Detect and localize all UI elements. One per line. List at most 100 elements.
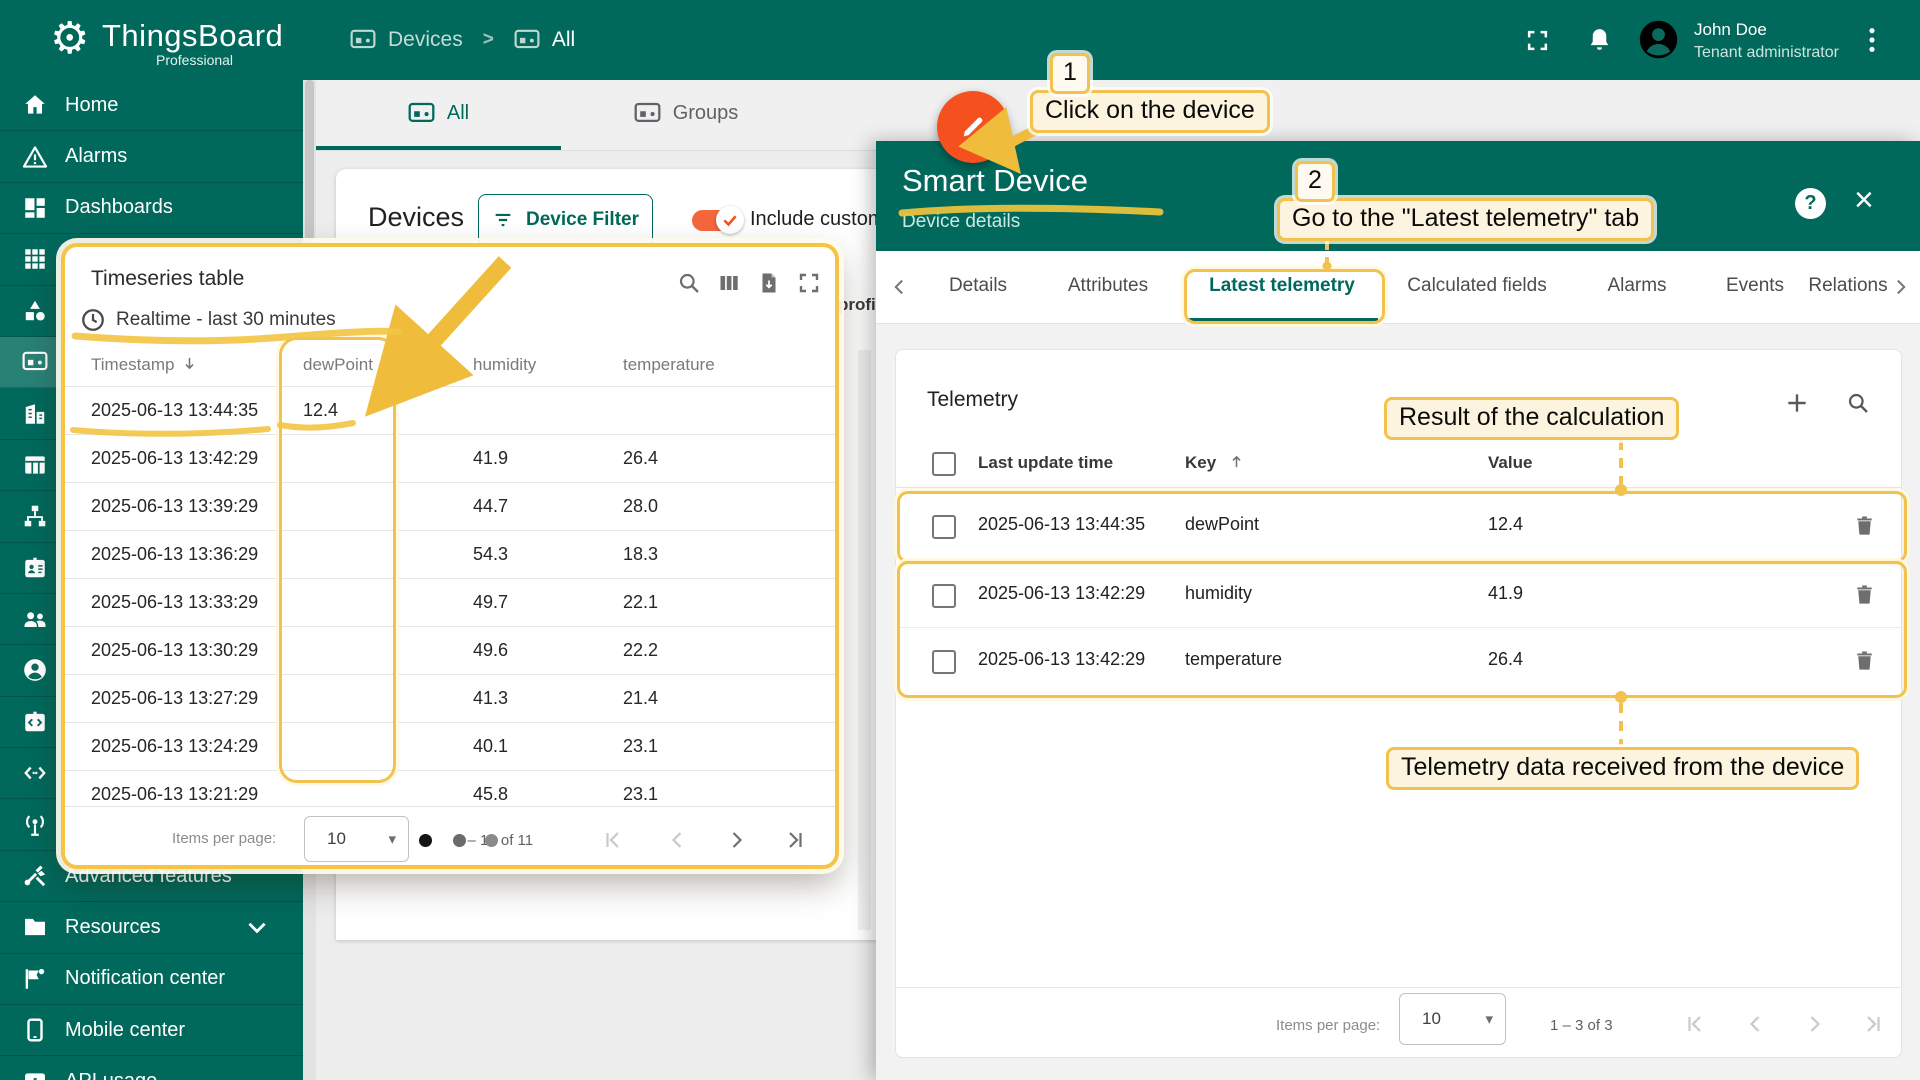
- edit-device-fab[interactable]: [937, 91, 1009, 163]
- tabs-scroll-left-icon[interactable]: [888, 276, 910, 298]
- search-icon[interactable]: [1846, 391, 1870, 415]
- sidebar-item-dashboards[interactable]: Dashboards: [0, 183, 316, 234]
- previous-page-icon[interactable]: [1743, 1012, 1767, 1036]
- previous-page-icon[interactable]: [665, 828, 689, 852]
- annotation-telemetry-note-text: Telemetry data received from the device: [1386, 747, 1859, 790]
- tab-all[interactable]: All: [316, 80, 561, 147]
- sidebar-item-home[interactable]: Home: [0, 80, 316, 131]
- tab-calculated-fields[interactable]: Calculated fields: [1407, 275, 1546, 297]
- sidebar-item-mobile-center[interactable]: Mobile center: [0, 1005, 316, 1056]
- sidebar-item-notification-center[interactable]: Notification center: [0, 954, 316, 1005]
- annotation-result-text: Result of the calculation: [1384, 397, 1679, 440]
- devices-table-scrollbar[interactable]: [858, 350, 871, 930]
- sidebar-item-api-usage[interactable]: API usage: [0, 1056, 316, 1080]
- timeseries-row[interactable]: 2025-06-13 13:44:3512.4: [65, 386, 835, 434]
- first-page-icon[interactable]: [1683, 1012, 1707, 1036]
- sidebar-item-alarms[interactable]: Alarms: [0, 131, 316, 182]
- drawer-tab-bar: Details Attributes Latest telemetry Calcula…: [876, 251, 1920, 324]
- row-checkbox[interactable]: [932, 650, 956, 674]
- timeseries-paginator: Items per page: 10▾ 1 – 10 of 11: [65, 806, 835, 869]
- breadcrumb-all[interactable]: All: [552, 28, 575, 52]
- devices-title: Devices: [368, 202, 464, 233]
- sidebar-item-label: Notification center: [65, 967, 225, 990]
- first-page-icon[interactable]: [601, 828, 625, 852]
- filter-icon: [492, 209, 514, 231]
- delete-icon[interactable]: [1853, 582, 1876, 607]
- delete-icon[interactable]: [1853, 513, 1876, 538]
- telemetry-row-temperature[interactable]: 2025-06-13 13:42:29temperature26.4: [896, 628, 1901, 693]
- tab-details[interactable]: Details: [949, 275, 1007, 297]
- breadcrumb: Devices > All: [350, 0, 575, 80]
- timeseries-column-temperature[interactable]: temperature: [623, 355, 835, 375]
- toggle-knob[interactable]: [716, 206, 744, 234]
- breadcrumb-separator: >: [483, 29, 494, 51]
- tab-alarms[interactable]: Alarms: [1607, 275, 1666, 297]
- device-details-drawer: Smart Device Device details ? × DetailsA…: [876, 141, 1920, 1080]
- cell-humidity: 40.1: [473, 736, 623, 757]
- cell-temperature: 22.1: [623, 592, 835, 613]
- timeseries-column-humidity[interactable]: humidity: [473, 355, 623, 375]
- timeseries-row[interactable]: 2025-06-13 13:39:2944.728.0: [65, 482, 835, 530]
- add-telemetry-icon[interactable]: [1784, 390, 1810, 416]
- tab-groups[interactable]: Groups: [561, 80, 811, 147]
- export-file-icon[interactable]: [757, 271, 781, 295]
- last-page-icon[interactable]: [783, 828, 807, 852]
- timewindow-button[interactable]: Realtime - last 30 minutes: [80, 307, 336, 333]
- avatar[interactable]: [1636, 17, 1681, 62]
- next-page-icon[interactable]: [725, 828, 749, 852]
- folder-icon: [22, 914, 48, 940]
- cell-last-update-time: 2025-06-13 13:42:29: [978, 649, 1145, 670]
- columns-icon[interactable]: [717, 271, 741, 295]
- row-checkbox[interactable]: [932, 515, 956, 539]
- tab-relations[interactable]: Relations: [1808, 275, 1887, 297]
- timeseries-row[interactable]: 2025-06-13 13:30:2949.622.2: [65, 626, 835, 674]
- sidebar-item-label: Resources: [65, 916, 161, 939]
- search-icon[interactable]: [677, 271, 701, 295]
- page-size-select[interactable]: 10▾: [1399, 993, 1506, 1045]
- antenna-icon: [22, 812, 48, 838]
- tab-events[interactable]: Events: [1726, 275, 1784, 297]
- device-icon: [22, 349, 48, 375]
- column-value[interactable]: Value: [1488, 453, 1532, 473]
- close-icon[interactable]: ×: [1854, 183, 1874, 217]
- telemetry-row-dewPoint[interactable]: 2025-06-13 13:44:35dewPoint12.4: [896, 493, 1901, 558]
- top-header-bar: ⚙ ThingsBoard Professional Devices > All…: [0, 0, 1920, 80]
- row-checkbox[interactable]: [932, 584, 956, 608]
- building-icon: [22, 401, 48, 427]
- cell-humidity: 45.8: [473, 784, 623, 805]
- notifications-bell-icon[interactable]: [1586, 26, 1613, 53]
- timeseries-table-widget: Timeseries table Realtime - last 30 minu…: [61, 243, 839, 869]
- tab-latest-telemetry[interactable]: Latest telemetry: [1209, 275, 1355, 297]
- select-all-checkbox[interactable]: [932, 452, 956, 476]
- grid-icon: [22, 246, 48, 272]
- column-last-update-time[interactable]: Last update time: [978, 453, 1113, 473]
- column-key[interactable]: Key: [1185, 453, 1245, 473]
- next-page-icon[interactable]: [1803, 1012, 1827, 1036]
- expand-widget-icon[interactable]: [797, 271, 821, 295]
- page-size-select[interactable]: 10▾: [304, 816, 409, 862]
- device-filter-button[interactable]: Device Filter: [478, 194, 653, 246]
- timeseries-row[interactable]: 2025-06-13 13:27:2941.321.4: [65, 674, 835, 722]
- timeseries-widget-title: Timeseries table: [91, 267, 244, 291]
- cell-temperature: 21.4: [623, 688, 835, 709]
- help-icon[interactable]: ?: [1795, 188, 1826, 219]
- tabs-scroll-right-icon[interactable]: [1890, 276, 1912, 298]
- badge-code-icon: [22, 709, 48, 735]
- timeseries-row[interactable]: 2025-06-13 13:33:2949.722.1: [65, 578, 835, 626]
- fullscreen-icon[interactable]: [1525, 28, 1550, 53]
- timeseries-column-dewpoint[interactable]: dewPoint: [303, 355, 473, 375]
- sidebar-item-resources[interactable]: Resources: [0, 902, 316, 953]
- last-page-icon[interactable]: [1861, 1012, 1885, 1036]
- breadcrumb-devices[interactable]: Devices: [388, 28, 463, 52]
- sidebar-item-label: API usage: [65, 1070, 157, 1080]
- active-tab-underline: [316, 146, 561, 150]
- timeseries-row[interactable]: 2025-06-13 13:24:2940.123.1: [65, 722, 835, 770]
- timeseries-row[interactable]: 2025-06-13 13:42:2941.926.4: [65, 434, 835, 482]
- timeseries-column-timestamp[interactable]: Timestamp: [91, 355, 303, 375]
- table-icon: [22, 452, 48, 478]
- delete-icon[interactable]: [1853, 648, 1876, 673]
- kebab-menu-icon[interactable]: [1864, 26, 1880, 54]
- telemetry-row-humidity[interactable]: 2025-06-13 13:42:29humidity41.9: [896, 562, 1901, 627]
- tab-attributes[interactable]: Attributes: [1068, 275, 1148, 297]
- timeseries-row[interactable]: 2025-06-13 13:36:2954.318.3: [65, 530, 835, 578]
